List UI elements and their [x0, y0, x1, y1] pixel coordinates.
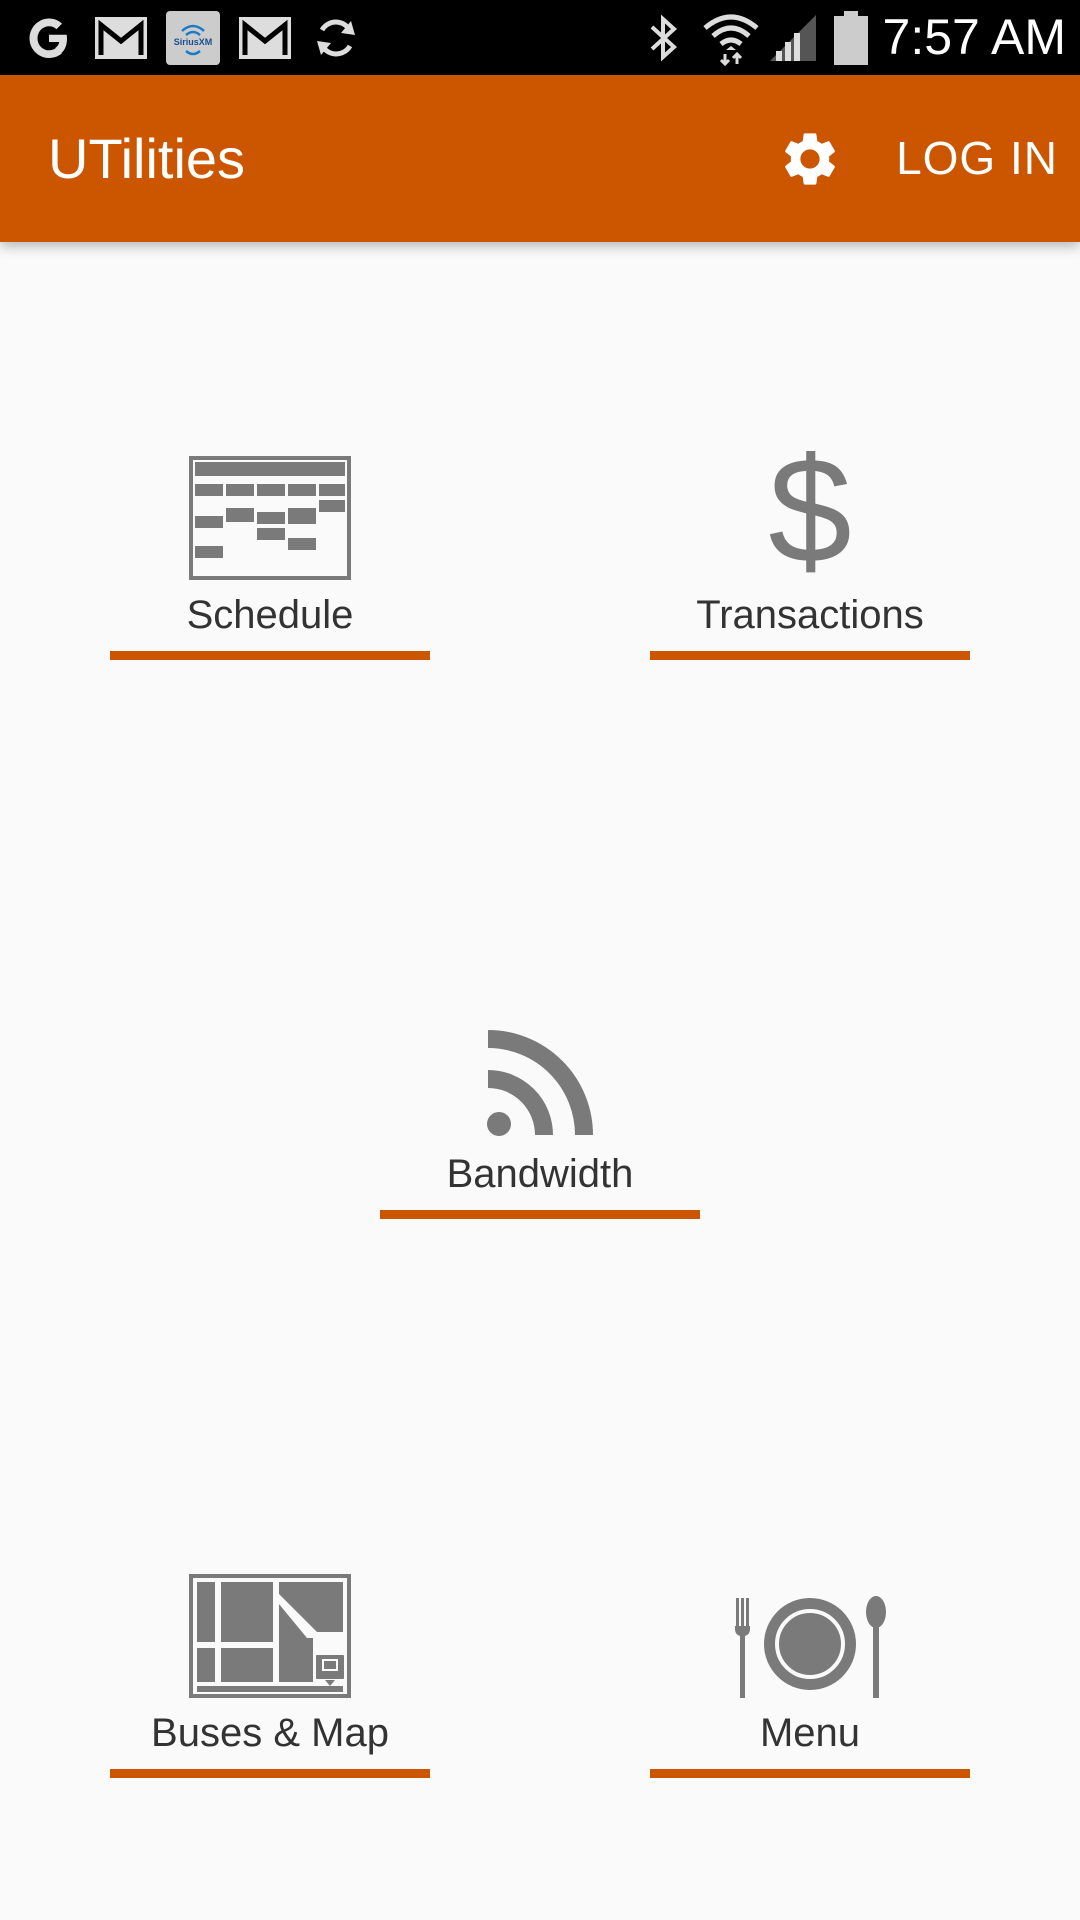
sync-icon [308, 0, 364, 75]
gear-icon [785, 133, 835, 185]
tile-underline [110, 651, 430, 660]
tile-underline [380, 1210, 700, 1219]
tile-label: Menu [759, 1711, 861, 1755]
tile-label: Buses & Map [151, 1711, 389, 1755]
tile-underline [650, 651, 970, 660]
svg-text:SiriusXM: SiriusXM [174, 37, 213, 47]
battery-icon [828, 0, 874, 75]
svg-text:$: $ [768, 444, 851, 580]
signal-icon [766, 0, 820, 75]
calendar-grid-icon [189, 456, 351, 580]
tile-underline [110, 1769, 430, 1778]
siriusxm-icon: SiriusXM [166, 0, 220, 75]
app-bar: UTilities LOG IN [0, 75, 1080, 242]
schedule-tile[interactable]: Schedule [110, 440, 430, 680]
menu-tile[interactable]: Menu [650, 1558, 970, 1798]
tile-underline [650, 1769, 970, 1778]
wifi-icon [700, 0, 762, 75]
google-icon [22, 0, 76, 75]
clock-time: 7:57 AM [882, 9, 1066, 65]
tile-label: Schedule [186, 593, 354, 637]
buses-map-tile[interactable]: Buses & Map [110, 1558, 430, 1798]
bluetooth-icon [640, 0, 686, 75]
rss-feed-icon [487, 1030, 593, 1136]
transactions-tile[interactable]: $ Transactions [650, 440, 970, 680]
bandwidth-tile[interactable]: Bandwidth [380, 999, 700, 1239]
tile-label: Bandwidth [446, 1152, 634, 1196]
plate-cutlery-icon [735, 1596, 886, 1698]
map-icon [189, 1574, 351, 1698]
settings-button[interactable] [774, 123, 846, 195]
dollar-icon: $ [768, 444, 851, 580]
login-button[interactable]: LOG IN [896, 75, 1058, 242]
app-title: UTilities [48, 127, 246, 190]
gmail-icon [236, 0, 294, 75]
status-bar: SiriusXM 7:57 AM [0, 0, 1080, 75]
gmail-icon [92, 0, 150, 75]
tile-label: Transactions [696, 593, 924, 637]
